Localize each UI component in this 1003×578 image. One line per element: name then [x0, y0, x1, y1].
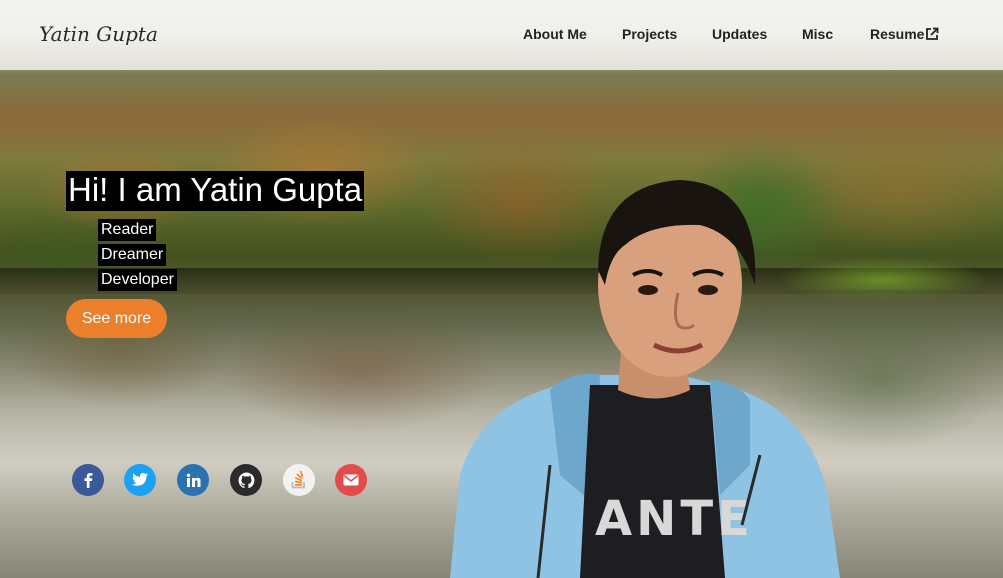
navbar: Yatin Gupta About Me Projects Updates Mi…: [0, 0, 1003, 70]
nav-item-resume[interactable]: Resume: [870, 26, 939, 42]
email-link[interactable]: [335, 464, 367, 496]
hero-section: ANTE Yatin Gupta About Me Projects Updat…: [0, 0, 1003, 578]
nav-item-updates[interactable]: Updates: [712, 26, 767, 42]
twitter-icon: [131, 473, 148, 486]
hero-headline: Hi! I am Yatin Gupta: [66, 171, 365, 211]
facebook-icon: [84, 473, 93, 488]
nav-links: About Me Projects Updates Misc Resume: [0, 26, 1003, 46]
see-more-button[interactable]: See more: [66, 299, 167, 338]
github-link[interactable]: [230, 464, 262, 496]
nav-item-misc[interactable]: Misc: [802, 26, 833, 42]
linkedin-link[interactable]: [177, 464, 209, 496]
role-developer: Developer: [98, 269, 177, 291]
external-link-icon: [926, 27, 939, 40]
profile-photo: ANTE: [450, 180, 840, 578]
stackoverflow-icon: [291, 471, 305, 489]
nav-item-resume-label: Resume: [870, 26, 925, 42]
nav-item-about-me[interactable]: About Me: [523, 26, 587, 42]
email-icon: [343, 474, 359, 486]
nav-item-projects[interactable]: Projects: [622, 26, 677, 42]
twitter-link[interactable]: [124, 464, 156, 496]
role-dreamer: Dreamer: [98, 244, 167, 266]
linkedin-icon: [186, 473, 200, 487]
stackoverflow-link[interactable]: [283, 464, 315, 496]
role-list: Reader Dreamer Developer: [98, 219, 177, 294]
role-reader: Reader: [98, 219, 157, 241]
facebook-link[interactable]: [72, 464, 104, 496]
github-icon: [238, 472, 254, 488]
svg-text:ANTE: ANTE: [595, 491, 754, 547]
